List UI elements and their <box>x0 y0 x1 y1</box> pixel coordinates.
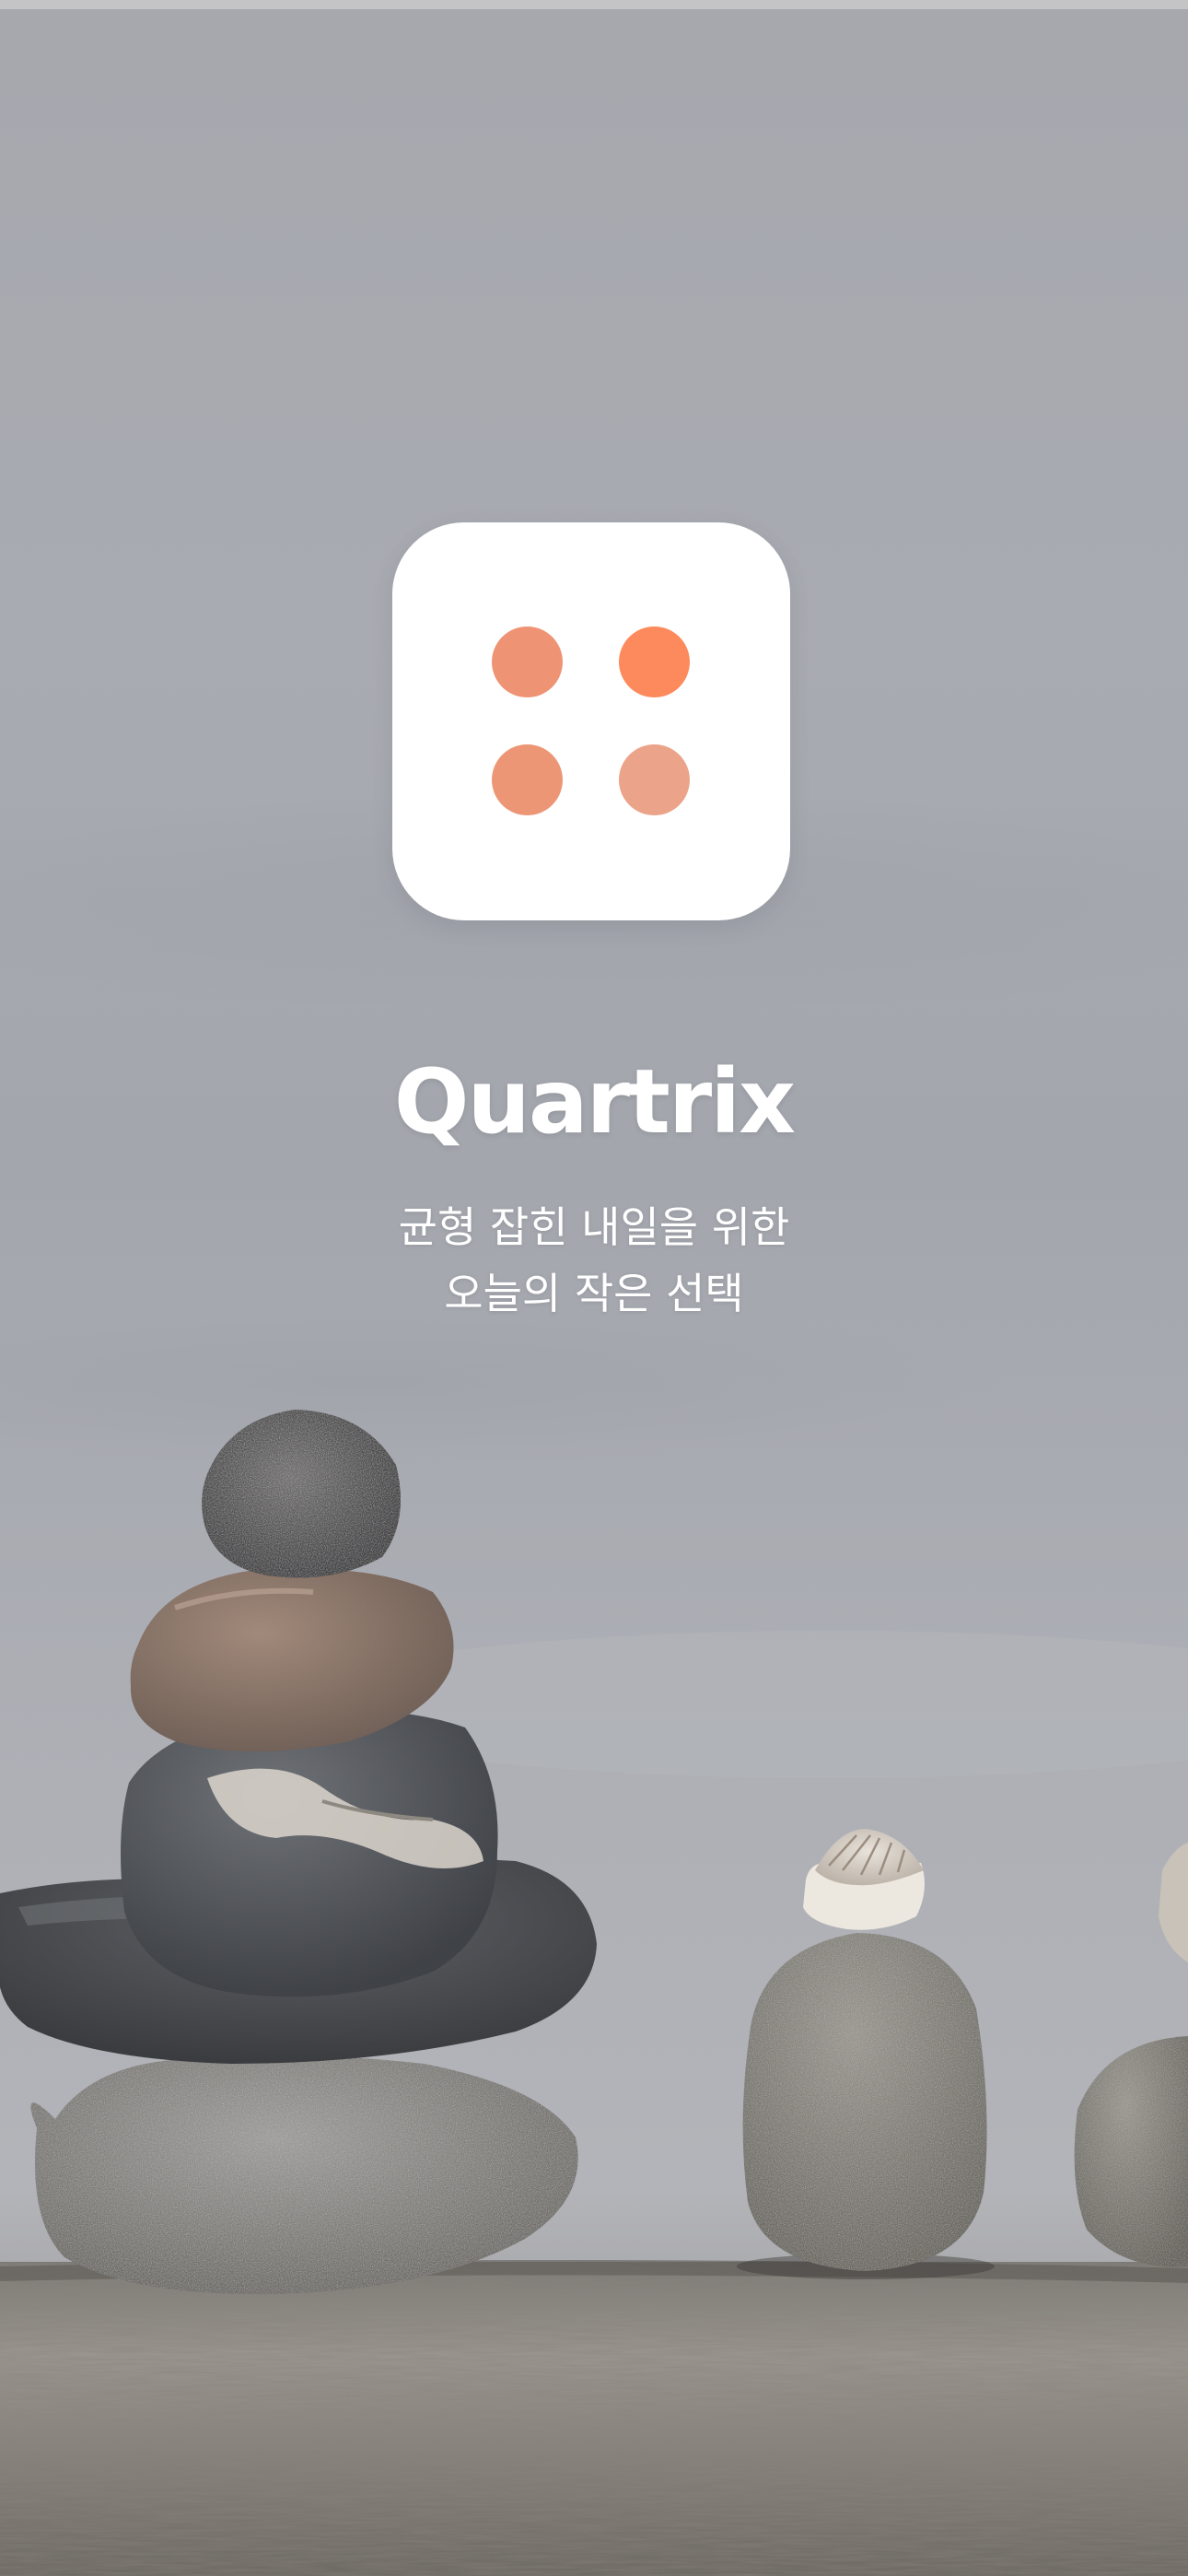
app-tagline: 균형 잡힌 내일을 위한 오늘의 작은 선택 <box>0 1194 1188 1327</box>
app-name: Quartrix <box>393 1050 796 1153</box>
tagline-line: 오늘의 작은 선택 <box>444 1269 744 1318</box>
logo-dot-icon <box>492 626 563 697</box>
app-logo <box>392 522 790 920</box>
logo-dot-icon <box>492 744 563 815</box>
tagline-line: 균형 잡힌 내일을 위한 <box>398 1202 790 1252</box>
logo-dot-icon <box>619 744 690 815</box>
splash-screen: Quartrix 균형 잡힌 내일을 위한 오늘의 작은 선택 <box>0 0 1188 2576</box>
status-bar <box>0 0 1188 9</box>
logo-dot-icon <box>619 626 690 697</box>
